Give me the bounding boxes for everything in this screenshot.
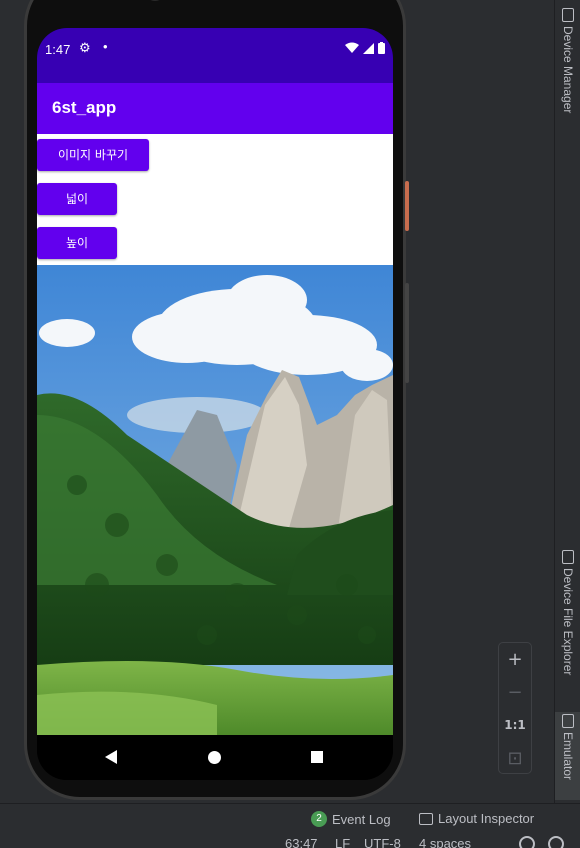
signal-icon (363, 42, 374, 54)
device-file-explorer-icon (562, 550, 574, 564)
tool-tab-device-file-explorer[interactable]: Device File Explorer (555, 548, 580, 698)
caret-position[interactable]: 63:47 (285, 836, 318, 848)
indent-setting[interactable]: 4 spaces (419, 836, 471, 848)
feedback-icon[interactable] (548, 836, 564, 848)
recents-icon[interactable] (311, 751, 323, 763)
status-time: 1:47 (45, 42, 71, 57)
app-content: 이미지 바꾸기 넓이 높이 (37, 134, 393, 780)
emulator-icon (562, 714, 574, 728)
home-icon[interactable] (208, 751, 221, 764)
event-log-label: Event Log (332, 811, 391, 827)
tool-tab-emulator[interactable]: Emulator (555, 712, 580, 800)
file-encoding[interactable]: UTF-8 (364, 836, 401, 848)
device-manager-icon (562, 8, 574, 22)
app-toolbar: 6st_app (37, 83, 393, 134)
actual-size-button[interactable]: 1:1 (499, 709, 531, 742)
device-screen: 1:47 ⚙ • 6st_app 이미지 바꾸기 넓이 높이 (37, 28, 393, 780)
notification-dot: • (103, 39, 108, 54)
smiley-icon[interactable] (519, 836, 535, 848)
width-button[interactable]: 넓이 (37, 183, 117, 215)
tool-tab-device-manager[interactable]: Device Manager (555, 6, 580, 136)
right-tool-strip: Device Manager Device File Explorer Emul… (554, 0, 580, 803)
device-file-explorer-label: Device File Explorer (561, 568, 575, 676)
zoom-in-button[interactable]: + (499, 643, 531, 676)
back-icon[interactable] (105, 750, 117, 764)
android-nav-bar (37, 735, 393, 780)
emulator-label: Emulator (561, 732, 575, 781)
landscape-image (37, 265, 393, 735)
status-icons (345, 42, 385, 54)
wifi-icon (345, 42, 359, 53)
event-log-tab[interactable]: 2 Event Log (311, 811, 391, 827)
ide-window: 1:47 ⚙ • 6st_app 이미지 바꾸기 넓이 높이 Device Ma… (0, 0, 580, 848)
volume-button[interactable] (405, 283, 409, 383)
zoom-controls: + − 1:1 ⊡ (498, 642, 532, 774)
layout-inspector-label: Layout Inspector (438, 811, 535, 826)
power-button[interactable] (405, 181, 409, 231)
android-status-bar: 1:47 ⚙ • (37, 28, 393, 83)
battery-icon (378, 42, 385, 54)
height-button[interactable]: 높이 (37, 227, 117, 259)
layout-inspector-tab[interactable]: Layout Inspector (419, 811, 534, 826)
gear-icon: ⚙ (79, 40, 91, 55)
change-image-button[interactable]: 이미지 바꾸기 (37, 139, 149, 171)
line-ending[interactable]: LF (335, 836, 350, 848)
fit-screen-icon[interactable]: ⊡ (499, 742, 531, 775)
event-log-count-badge: 2 (311, 811, 327, 827)
zoom-out-button[interactable]: − (499, 676, 531, 709)
device-manager-label: Device Manager (561, 26, 575, 114)
layout-inspector-icon (419, 812, 433, 825)
bottom-tool-bar: 2 Event Log Layout Inspector (0, 803, 580, 833)
camera-icon (145, 0, 165, 1)
app-title: 6st_app (52, 98, 117, 117)
ide-status-line: 63:47 LF UTF-8 4 spaces (0, 833, 580, 848)
